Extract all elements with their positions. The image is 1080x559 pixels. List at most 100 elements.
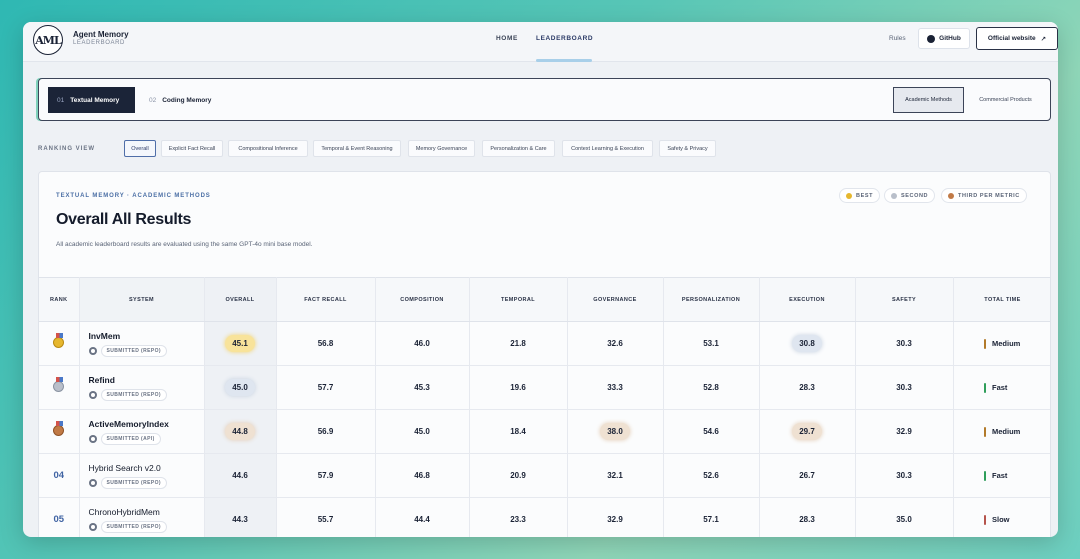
- table-row[interactable]: InvMem SUBMITTED (REPO) 45.1 56.8 46.0 2…: [39, 321, 1050, 366]
- gold-medal-icon: [846, 192, 852, 199]
- github-icon[interactable]: [88, 390, 97, 399]
- overall-cell: 44.3: [204, 497, 277, 537]
- system-name[interactable]: Refind: [89, 375, 204, 385]
- nav-home[interactable]: HOME: [496, 35, 518, 42]
- chip-context-learning-execution[interactable]: Context Learning & Execution: [562, 140, 653, 157]
- col-fact-recall[interactable]: FACT RECALL: [276, 277, 376, 322]
- github-button[interactable]: GitHub: [918, 28, 970, 49]
- col-composition[interactable]: COMPOSITION: [375, 277, 470, 322]
- time-indicator: [983, 382, 986, 393]
- fact-recall-cell: 56.8: [276, 321, 376, 366]
- total-time-cell: Fast: [953, 365, 1050, 410]
- tab-number: 02: [149, 96, 157, 104]
- temporal-cell: 21.8: [469, 321, 568, 366]
- system-name[interactable]: Hybrid Search v2.0: [89, 463, 204, 473]
- col-total-time[interactable]: TOTAL TIME: [953, 277, 1050, 322]
- safety-cell: 35.0: [855, 497, 954, 537]
- breadcrumb: TEXTUAL MEMORY · ACADEMIC METHODS: [56, 193, 211, 199]
- governance-cell: 32.6: [567, 321, 664, 366]
- brand-subtitle: LEADERBOARD: [73, 40, 125, 46]
- time-label: Medium: [992, 339, 1021, 348]
- rank-cell: 05: [39, 497, 80, 537]
- tab-coding-memory[interactable]: 02 Coding Memory: [149, 87, 211, 113]
- time-indicator: [983, 514, 986, 525]
- composition-cell: 45.0: [375, 409, 470, 454]
- tab-textual-memory[interactable]: 01 Textual Memory: [48, 87, 135, 113]
- legend-second: SECOND: [884, 188, 936, 203]
- logo[interactable]: AML: [33, 25, 63, 55]
- system-cell: Refind SUBMITTED (REPO): [79, 365, 205, 410]
- legend-best: BEST: [839, 188, 881, 203]
- time-label: Slow: [992, 515, 1010, 524]
- github-icon[interactable]: [88, 434, 97, 443]
- score-value: 30.8: [792, 335, 822, 352]
- rules-link[interactable]: Rules: [889, 35, 906, 42]
- overall-cell: 44.8: [204, 409, 277, 454]
- chip-explicit-fact-recall[interactable]: Explicit Fact Recall: [161, 140, 223, 157]
- official-website-button[interactable]: Official website ↗: [976, 27, 1058, 50]
- rank-cell: [39, 409, 80, 454]
- top-nav: AML Agent Memory LEADERBOARD HOME LEADER…: [23, 22, 1058, 62]
- bronze-medal-icon: [948, 192, 954, 199]
- table-row[interactable]: ActiveMemoryIndex SUBMITTED (API) 44.8 5…: [39, 409, 1050, 454]
- tab-number: 01: [57, 96, 65, 104]
- system-cell: ActiveMemoryIndex SUBMITTED (API): [79, 409, 205, 454]
- col-governance[interactable]: GOVERNANCE: [567, 277, 664, 322]
- memory-type-tabs: 01 Textual Memory 02 Coding Memory Acade…: [38, 78, 1051, 121]
- personalization-cell: 54.6: [663, 409, 760, 454]
- academic-methods-tab[interactable]: Academic Methods: [893, 87, 964, 113]
- status-badge: SUBMITTED (REPO): [100, 520, 167, 533]
- github-icon[interactable]: [88, 346, 97, 355]
- commercial-products-tab[interactable]: Commercial Products: [968, 87, 1043, 113]
- gold-medal-icon: [53, 332, 65, 348]
- total-time-cell: Medium: [953, 321, 1050, 366]
- col-rank[interactable]: RANK: [39, 277, 80, 322]
- col-temporal[interactable]: TEMPORAL: [469, 277, 568, 322]
- rank-cell: [39, 365, 80, 410]
- brand-title: Agent Memory: [73, 30, 129, 39]
- temporal-cell: 23.3: [469, 497, 568, 537]
- chip-personalization-care[interactable]: Personalization & Care: [482, 140, 555, 157]
- col-execution[interactable]: EXECUTION: [759, 277, 856, 322]
- overall-cell: 45.1: [204, 321, 277, 366]
- table-row[interactable]: 04 Hybrid Search v2.0 SUBMITTED (REPO) 4…: [39, 453, 1050, 498]
- governance-cell: 32.1: [567, 453, 664, 498]
- chip-temporal-event-reasoning[interactable]: Temporal & Event Reasoning: [313, 140, 401, 157]
- github-icon[interactable]: [88, 522, 97, 531]
- tab-label: Coding Memory: [162, 96, 212, 104]
- table-header-row: RANK SYSTEM OVERALL FACT RECALL COMPOSIT…: [39, 277, 1050, 322]
- nav-leaderboard[interactable]: LEADERBOARD: [536, 35, 593, 42]
- panel-description: All academic leaderboard results are eva…: [56, 241, 313, 248]
- overall-cell: 45.0: [204, 365, 277, 410]
- col-safety[interactable]: SAFETY: [855, 277, 954, 322]
- status-badge: SUBMITTED (REPO): [100, 388, 167, 401]
- legend-label: SECOND: [901, 192, 929, 199]
- table-row[interactable]: Refind SUBMITTED (REPO) 45.0 57.7 45.3 1…: [39, 365, 1050, 410]
- status-badge: SUBMITTED (REPO): [100, 476, 167, 489]
- system-cell: InvMem SUBMITTED (REPO): [79, 321, 205, 366]
- github-icon[interactable]: [88, 478, 97, 487]
- governance-cell: 33.3: [567, 365, 664, 410]
- system-name[interactable]: ChronoHybridMem: [89, 507, 204, 517]
- personalization-cell: 57.1: [663, 497, 760, 537]
- nav-active-indicator: [536, 59, 592, 62]
- system-name[interactable]: ActiveMemoryIndex: [89, 419, 204, 429]
- chip-overall[interactable]: Overall: [124, 140, 156, 157]
- fact-recall-cell: 55.7: [276, 497, 376, 537]
- time-label: Fast: [992, 471, 1008, 480]
- col-system[interactable]: SYSTEM: [79, 277, 205, 322]
- system-name[interactable]: InvMem: [89, 331, 204, 341]
- ranking-view-label: RANKING VIEW: [38, 146, 95, 152]
- col-overall[interactable]: OVERALL: [204, 277, 277, 322]
- execution-cell: 30.8: [759, 321, 856, 366]
- rank-cell: [39, 321, 80, 366]
- table-row[interactable]: 05 ChronoHybridMem SUBMITTED (REPO) 44.3…: [39, 497, 1050, 537]
- chip-memory-governance[interactable]: Memory Governance: [408, 140, 475, 157]
- chip-compositional-inference[interactable]: Compositional Inference: [228, 140, 308, 157]
- composition-cell: 46.0: [375, 321, 470, 366]
- total-time-cell: Fast: [953, 453, 1050, 498]
- leaderboard-table: RANK SYSTEM OVERALL FACT RECALL COMPOSIT…: [39, 277, 1050, 537]
- silver-medal-icon: [53, 376, 65, 392]
- col-personalization[interactable]: PERSONALIZATION: [663, 277, 760, 322]
- chip-safety-privacy[interactable]: Safety & Privacy: [659, 140, 716, 157]
